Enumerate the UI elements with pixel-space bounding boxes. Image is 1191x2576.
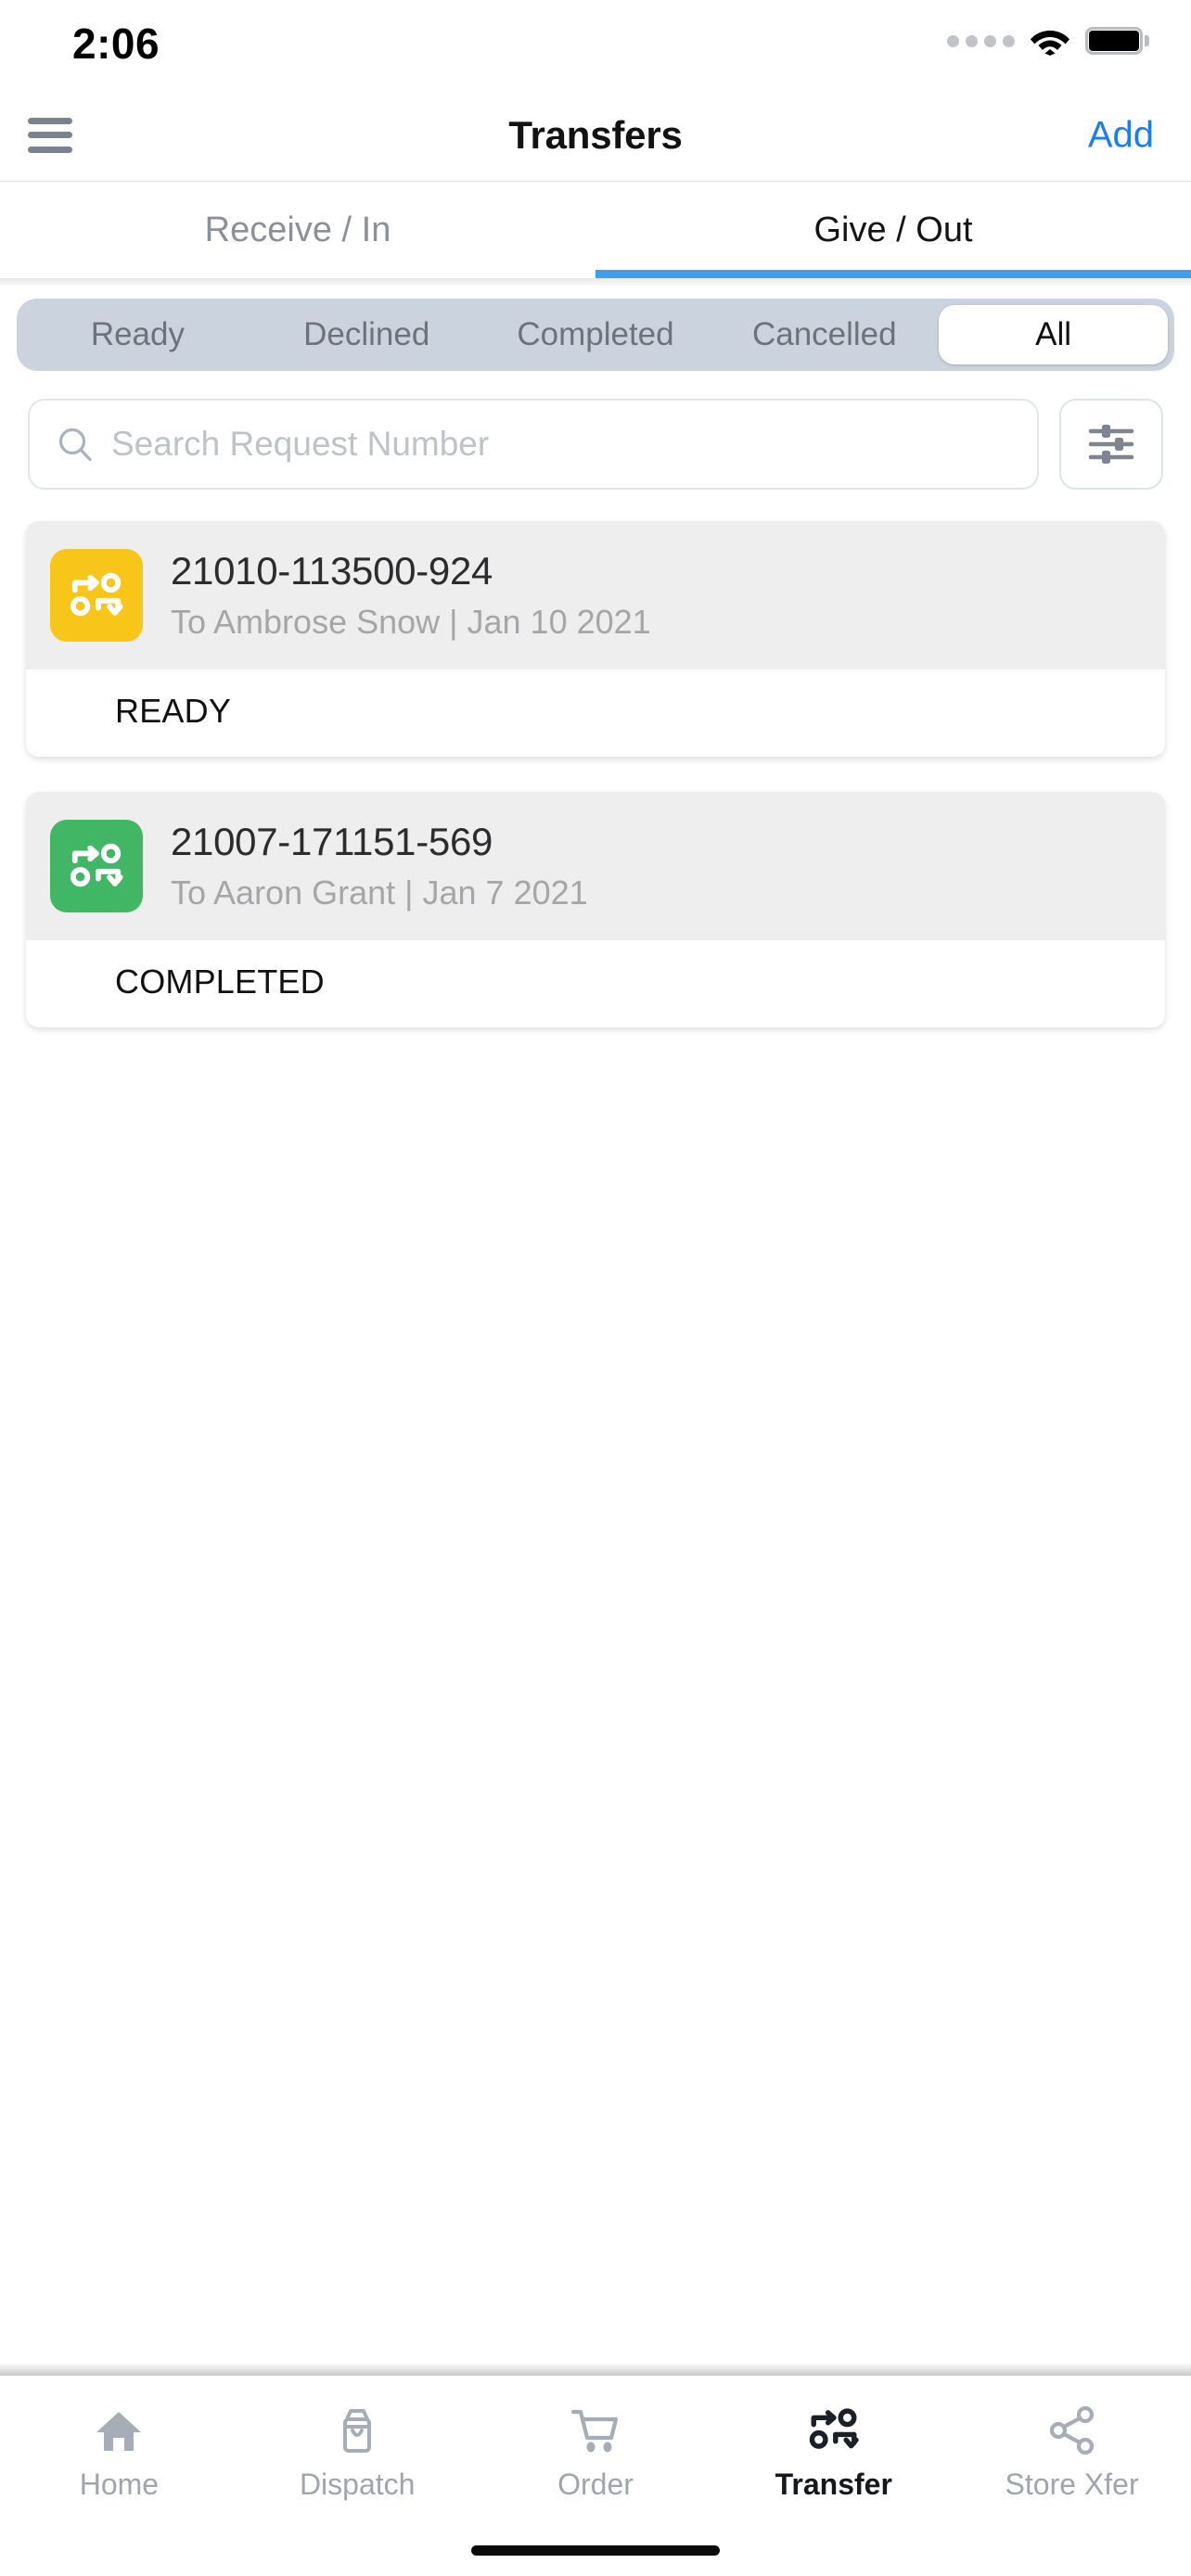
transfer-shuffle-icon (50, 820, 143, 912)
sliders-filter-icon (1088, 425, 1134, 464)
nav-item-dispatch[interactable]: Dispatch (238, 2376, 477, 2524)
filter-options-button[interactable] (1059, 399, 1163, 490)
nav-item-home[interactable]: Home (0, 2376, 238, 2524)
transfers-list: 21010-113500-924 To Ambrose Snow | Jan 1… (0, 490, 1191, 1713)
home-icon (93, 2399, 145, 2456)
battery-full-icon (1085, 27, 1149, 55)
filter-chip-declined[interactable]: Declined (252, 305, 481, 364)
search-input-placeholder: Search Request Number (111, 425, 490, 463)
transfer-shuffle-icon (807, 2399, 861, 2456)
bottom-navigation: Home Dispatch Order Transfer Store Xfer (0, 2376, 1191, 2524)
status-badge: COMPLETED (115, 963, 325, 1001)
status-bar-time: 2:06 (72, 19, 160, 68)
nav-item-order-label: Order (557, 2467, 634, 2501)
tab-receive-in-label: Receive / In (204, 210, 391, 249)
add-button[interactable]: Add (1088, 114, 1154, 156)
nav-item-store-xfer[interactable]: Store Xfer (953, 2376, 1191, 2524)
status-badge: READY (115, 692, 232, 730)
tabs-divider (0, 278, 1191, 286)
transfer-card-texts: 21007-171151-569 To Aaron Grant | Jan 7 … (171, 820, 588, 912)
tabbar-divider (0, 2363, 1191, 2376)
nav-item-store-xfer-label: Store Xfer (1005, 2467, 1139, 2501)
hamburger-menu-icon[interactable] (28, 117, 72, 153)
status-filter-segmented-control: Ready Declined Completed Cancelled All (17, 299, 1174, 371)
tab-receive-in[interactable]: Receive / In (0, 182, 596, 278)
transfer-request-number: 21010-113500-924 (171, 549, 493, 593)
home-indicator[interactable] (471, 2544, 720, 2556)
nav-item-transfer-label: Transfer (775, 2467, 892, 2501)
filter-chip-cancelled[interactable]: Cancelled (710, 305, 939, 364)
table-row[interactable]: 21010-113500-924 To Ambrose Snow | Jan 1… (26, 521, 1165, 757)
transfer-card-main: 21007-171151-569 To Aaron Grant | Jan 7 … (26, 792, 1165, 940)
transfer-card-texts: 21010-113500-924 To Ambrose Snow | Jan 1… (171, 549, 651, 642)
signal-dots-icon (947, 34, 1015, 47)
tab-give-out-label: Give / Out (813, 210, 973, 249)
shopping-cart-icon (569, 2399, 622, 2456)
status-filter-container: Ready Declined Completed Cancelled All (0, 286, 1191, 371)
content-spacer (0, 1713, 1191, 2363)
nav-item-transfer[interactable]: Transfer (714, 2376, 953, 2524)
home-indicator-area (0, 2524, 1191, 2576)
search-input[interactable]: Search Request Number (28, 399, 1039, 490)
filter-chip-ready[interactable]: Ready (23, 305, 252, 364)
transfer-status-row: COMPLETED (26, 940, 1165, 1027)
tab-underline (596, 270, 1191, 278)
search-row: Search Request Number (0, 371, 1191, 490)
transfer-direction-tabs: Receive / In Give / Out (0, 182, 1191, 278)
transfer-request-number: 21007-171151-569 (171, 820, 493, 863)
nav-item-order[interactable]: Order (477, 2376, 715, 2524)
dispatch-bag-icon (331, 2399, 383, 2456)
table-row[interactable]: 21007-171151-569 To Aaron Grant | Jan 7 … (26, 792, 1165, 1027)
wifi-icon (1031, 31, 1069, 56)
filter-chip-completed[interactable]: Completed (481, 305, 711, 364)
app-screen: 2:06 Transfers Add Receive / In Give / O… (0, 0, 1191, 2576)
transfer-card-main: 21010-113500-924 To Ambrose Snow | Jan 1… (26, 521, 1165, 670)
transfer-status-row: READY (26, 670, 1165, 757)
nav-item-home-label: Home (79, 2467, 160, 2501)
transfer-recipient-date: To Ambrose Snow | Jan 10 2021 (171, 603, 651, 641)
app-header: Transfers Add (0, 89, 1191, 182)
transfer-recipient-date: To Aaron Grant | Jan 7 2021 (171, 874, 588, 912)
page-title: Transfers (508, 112, 683, 157)
nav-item-dispatch-label: Dispatch (299, 2467, 416, 2501)
status-bar: 2:06 (0, 0, 1191, 89)
transfer-shuffle-icon (50, 549, 143, 642)
tab-give-out[interactable]: Give / Out (596, 182, 1191, 278)
share-nodes-icon (1046, 2399, 1098, 2456)
filter-chip-all[interactable]: All (939, 305, 1168, 364)
search-icon (58, 427, 92, 462)
status-bar-indicators (947, 26, 1149, 56)
